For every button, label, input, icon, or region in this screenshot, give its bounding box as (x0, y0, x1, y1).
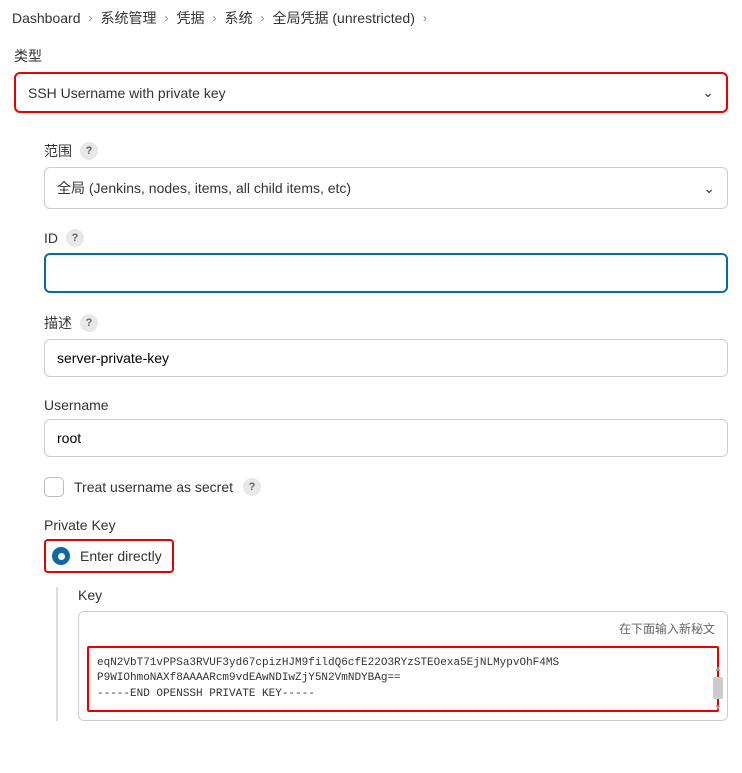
description-input[interactable] (44, 339, 728, 377)
help-icon[interactable]: ? (80, 142, 98, 160)
username-label: Username (44, 397, 109, 413)
id-input[interactable] (44, 253, 728, 293)
chevron-right-icon: › (163, 11, 171, 25)
chevron-down-icon: ⌄ (702, 84, 714, 101)
breadcrumb-system-manage[interactable]: 系统管理 (101, 8, 157, 28)
key-line: eqN2VbT71vPPSa3RVUF3yd67cpizHJM9fildQ6cf… (97, 656, 709, 671)
breadcrumb: Dashboard › 系统管理 › 凭据 › 系统 › 全局凭据 (unres… (0, 0, 742, 36)
breadcrumb-global-credentials[interactable]: 全局凭据 (unrestricted) (273, 8, 415, 28)
help-icon[interactable]: ? (243, 478, 261, 496)
treat-username-secret-checkbox[interactable] (44, 477, 64, 497)
scope-select[interactable]: 全局 (Jenkins, nodes, items, all child ite… (44, 167, 728, 209)
radio-selected-indicator (58, 553, 65, 560)
breadcrumb-dashboard[interactable]: Dashboard (12, 10, 81, 26)
scroll-down-icon: ▼ (714, 703, 722, 712)
chevron-right-icon: › (421, 11, 429, 25)
description-label: 描述 (44, 313, 72, 333)
key-label: Key (78, 587, 102, 603)
chevron-right-icon: › (211, 11, 219, 25)
chevron-right-icon: › (259, 11, 267, 25)
enter-directly-radio-row[interactable]: Enter directly (44, 539, 174, 573)
scrollbar[interactable]: ▲ ▼ (711, 664, 725, 712)
scope-label: 范围 (44, 141, 72, 161)
textarea-hint: 在下面输入新秘文 (619, 620, 715, 637)
private-key-content[interactable]: eqN2VbT71vPPSa3RVUF3yd67cpizHJM9fildQ6cf… (87, 646, 719, 712)
username-input[interactable] (44, 419, 728, 457)
enter-directly-label: Enter directly (80, 548, 162, 564)
key-line: P9WIOhmoNAXf8AAAARcm9vdEAwNDIwZjY5N2VmND… (97, 671, 709, 686)
breadcrumb-credentials[interactable]: 凭据 (177, 8, 205, 28)
treat-username-secret-label: Treat username as secret (74, 479, 233, 495)
chevron-right-icon: › (87, 11, 95, 25)
help-icon[interactable]: ? (80, 314, 98, 332)
help-icon[interactable]: ? (66, 229, 84, 247)
chevron-down-icon: ⌄ (703, 180, 715, 197)
scope-select-value: 全局 (Jenkins, nodes, items, all child ite… (57, 178, 351, 198)
key-line: -----END OPENSSH PRIVATE KEY----- (97, 687, 709, 702)
breadcrumb-system[interactable]: 系统 (225, 8, 253, 28)
kind-select[interactable]: SSH Username with private key ⌄ (14, 72, 728, 113)
kind-label: 类型 (14, 46, 728, 66)
id-label: ID (44, 230, 58, 246)
scrollbar-thumb[interactable] (713, 677, 723, 699)
private-key-label: Private Key (44, 517, 116, 533)
private-key-textarea[interactable]: 在下面输入新秘文 eqN2VbT71vPPSa3RVUF3yd67cpizHJM… (78, 611, 728, 721)
kind-select-value: SSH Username with private key (28, 85, 226, 101)
enter-directly-radio[interactable] (52, 547, 70, 565)
scroll-up-icon: ▲ (714, 664, 722, 673)
